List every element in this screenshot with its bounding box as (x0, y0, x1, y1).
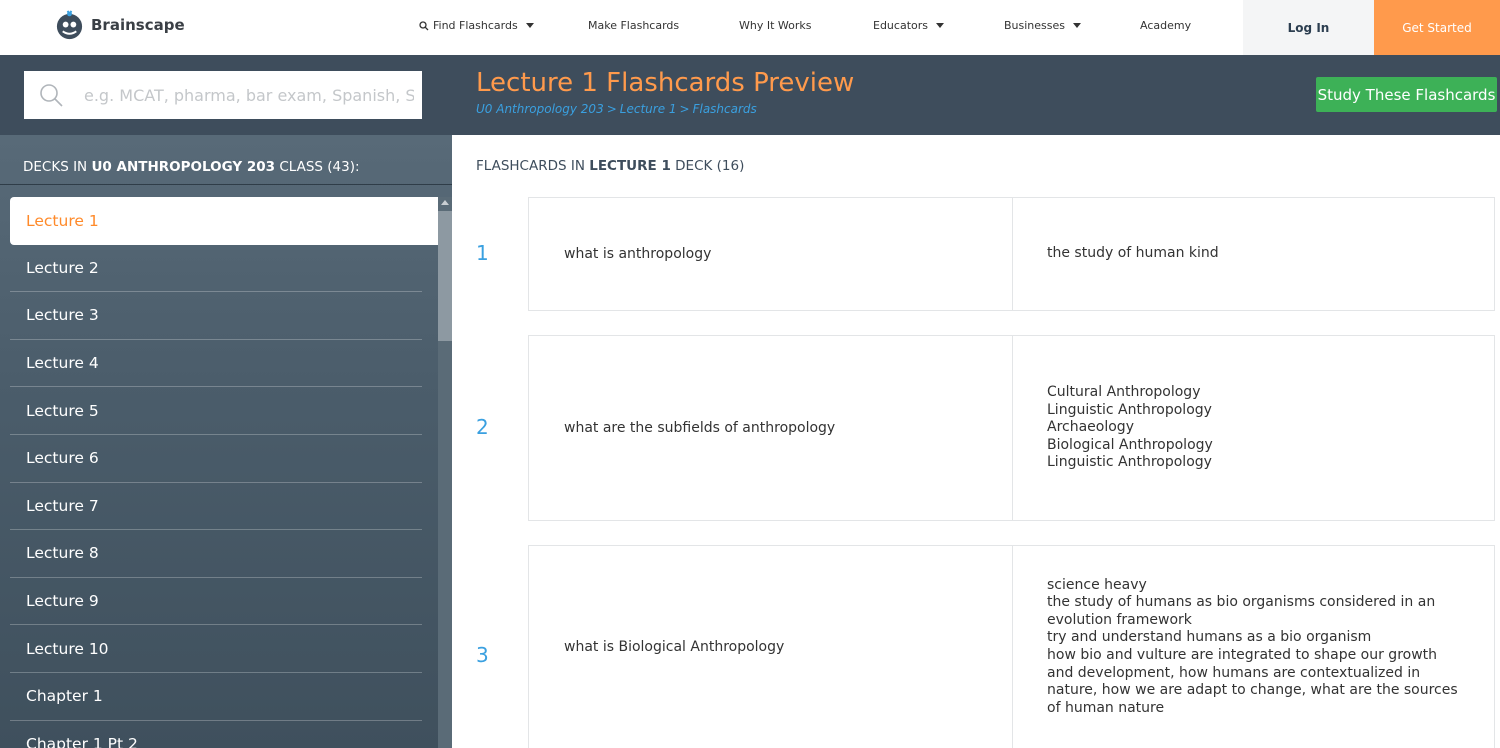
deck-sidebar: Decks in U0 Anthropology 203 Class (43):… (0, 135, 452, 748)
card-number: 2 (476, 415, 489, 439)
nav-find-flashcards[interactable]: Find Flashcards (419, 19, 534, 32)
flashcard[interactable]: what is Biological Anthropology science … (528, 545, 1495, 748)
flashcard[interactable]: what are the subfields of anthropology C… (528, 335, 1495, 521)
deck-item-lecture-5[interactable]: Lecture 5 (10, 387, 422, 435)
nav-educators-label: Educators (873, 19, 928, 32)
deck-item-lecture-3[interactable]: Lecture 3 (10, 292, 422, 340)
sidebar-heading-suffix: Class (43): (279, 159, 360, 175)
deck-heading: Flashcards in Lecture 1 Deck (16) (476, 158, 744, 174)
card-question: what is anthropology (529, 198, 1013, 310)
search-icon (419, 20, 429, 30)
deck-heading-suffix: Deck (16) (675, 158, 745, 174)
deck-heading-name: Lecture 1 (589, 158, 671, 174)
deck-item-lecture-8[interactable]: Lecture 8 (10, 530, 422, 578)
nav-academy-label: Academy (1140, 19, 1192, 32)
card-answer: the study of human kind (1047, 245, 1219, 262)
chevron-down-icon (1073, 23, 1082, 28)
chevron-down-icon (936, 23, 944, 28)
card-number: 3 (476, 643, 489, 667)
nav-make-flashcards-label: Make Flashcards (588, 19, 680, 32)
deck-item-chapter-1[interactable]: Chapter 1 (10, 673, 422, 721)
card-number: 1 (476, 241, 489, 265)
study-flashcards-button[interactable]: Study These Flashcards (1316, 77, 1497, 112)
sidebar-heading: Decks in U0 Anthropology 203 Class (43): (23, 159, 360, 175)
sidebar-scrollbar[interactable] (438, 197, 452, 748)
deck-list: Lecture 1 Lecture 2 Lecture 3 Lecture 4 … (10, 197, 438, 748)
search-box (24, 71, 422, 119)
breadcrumb: U0 Anthropology 203 > Lecture 1 > Flashcards (476, 102, 757, 116)
nav-businesses-label: Businesses (1004, 19, 1066, 32)
deck-item-lecture-2[interactable]: Lecture 2 (10, 245, 422, 293)
card-question: what is Biological Anthropology (529, 546, 1013, 748)
deck-item-lecture-7[interactable]: Lecture 7 (10, 483, 422, 531)
search-input[interactable] (84, 71, 414, 119)
nav-educators[interactable]: Educators (873, 19, 944, 32)
brand-name: Brainscape (91, 16, 185, 34)
deck-item-lecture-9[interactable]: Lecture 9 (10, 578, 422, 626)
top-nav: Brainscape Find Flashcards Make Flashcar… (0, 0, 1500, 55)
nav-make-flashcards[interactable]: Make Flashcards (588, 19, 679, 32)
nav-find-flashcards-label: Find Flashcards (433, 19, 518, 32)
breadcrumb-separator: > (679, 102, 690, 116)
sidebar-heading-class: U0 Anthropology 203 (91, 159, 276, 175)
page-title: Lecture 1 Flashcards Preview (476, 68, 855, 98)
nav-why-it-works[interactable]: Why It Works (739, 19, 812, 32)
nav-why-it-works-label: Why It Works (739, 19, 812, 32)
divider (0, 184, 452, 185)
search-icon (40, 84, 63, 107)
brand-logo[interactable]: Brainscape (54, 9, 185, 41)
get-started-button[interactable]: Get Started (1374, 0, 1500, 55)
scroll-up-icon[interactable] (441, 200, 449, 205)
breadcrumb-class[interactable]: U0 Anthropology 203 (476, 102, 604, 116)
breadcrumb-deck[interactable]: Lecture 1 (620, 102, 677, 116)
card-answer: science heavy the study of humans as bio… (1047, 576, 1458, 716)
deck-item-chapter-1-pt-2[interactable]: Chapter 1 Pt 2 (10, 721, 422, 748)
brain-logo-icon (56, 9, 83, 39)
nav-businesses[interactable]: Businesses (1004, 19, 1082, 32)
deck-item-lecture-10[interactable]: Lecture 10 (10, 625, 422, 673)
log-in-button[interactable]: Log In (1243, 0, 1374, 55)
deck-item-lecture-1[interactable]: Lecture 1 (10, 197, 438, 245)
sidebar-heading-prefix: Decks in (23, 159, 88, 175)
deck-heading-prefix: Flashcards in (476, 158, 585, 174)
card-question: what are the subfields of anthropology (529, 336, 1013, 520)
breadcrumb-current: Flashcards (692, 102, 757, 116)
chevron-down-icon (525, 23, 534, 28)
card-answer: Cultural Anthropology Linguistic Anthrop… (1047, 384, 1213, 471)
nav-academy[interactable]: Academy (1140, 19, 1191, 32)
flashcard[interactable]: what is anthropology the study of human … (528, 197, 1495, 311)
breadcrumb-separator: > (606, 102, 617, 116)
deck-item-lecture-4[interactable]: Lecture 4 (10, 340, 422, 388)
deck-item-lecture-6[interactable]: Lecture 6 (10, 435, 422, 483)
scrollbar-thumb[interactable] (438, 211, 452, 341)
